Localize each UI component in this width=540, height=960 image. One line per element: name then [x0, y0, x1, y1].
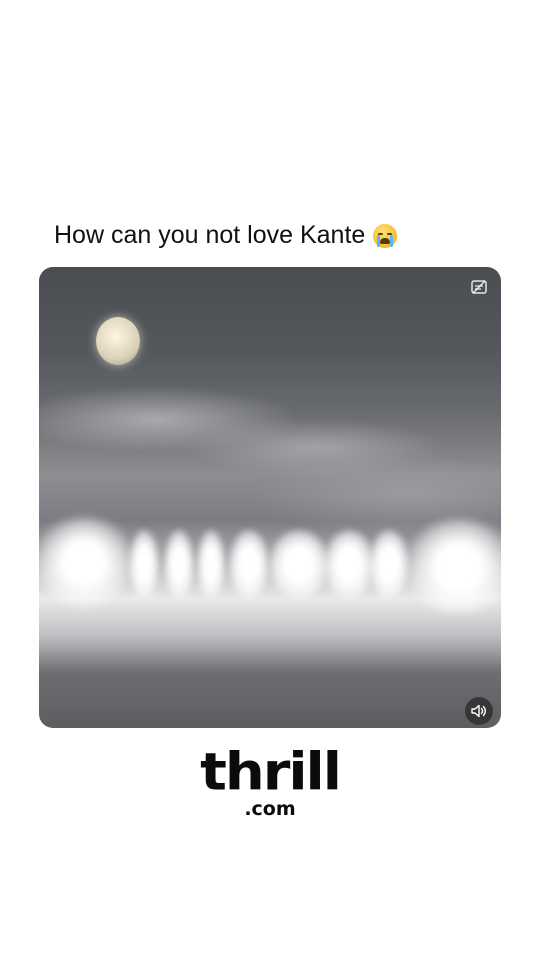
caption-text: How can you not love Kante: [54, 221, 366, 249]
brand-name: thrill: [200, 742, 342, 803]
video-player[interactable]: [39, 267, 501, 728]
speaker-volume-icon[interactable]: [465, 697, 493, 725]
brand-logo: thrill .com: [0, 745, 540, 819]
video-frame-moon: [96, 317, 140, 365]
captions-off-icon[interactable]: [469, 277, 489, 297]
stadium-lights: [39, 517, 501, 614]
loudly-crying-face-icon: [373, 224, 398, 248]
post-caption: How can you not love Kante: [54, 218, 494, 252]
